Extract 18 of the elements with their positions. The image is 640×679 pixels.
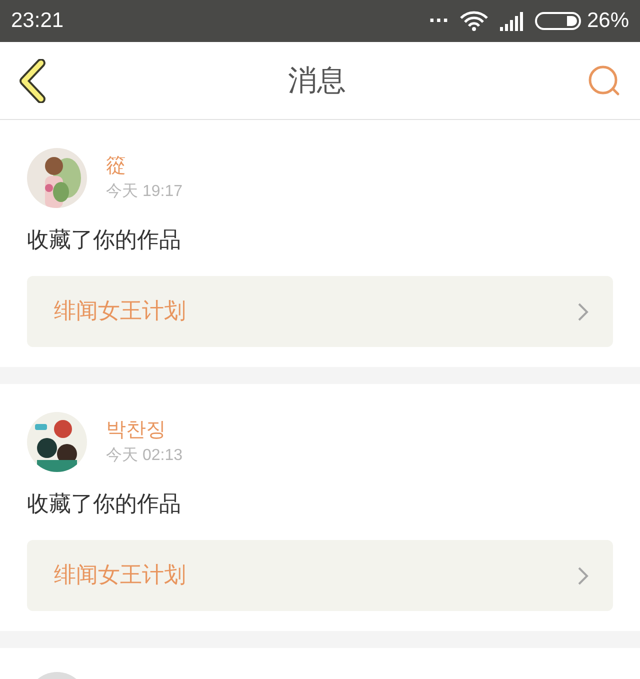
message-time: 今天 19:17 xyxy=(106,182,182,202)
wifi-icon xyxy=(458,10,489,32)
signal-icon xyxy=(498,11,525,31)
chevron-right-icon xyxy=(577,302,589,322)
page-title: 消息 xyxy=(288,62,346,99)
work-link[interactable]: 绯闻女王计划 xyxy=(27,276,613,347)
notification-dots: ... xyxy=(428,8,449,26)
back-button[interactable] xyxy=(18,58,48,104)
work-link[interactable]: 绯闻女王计划 xyxy=(27,540,613,611)
message-time: 今天 02:13 xyxy=(106,446,182,466)
message-text: 收藏了你的作品 xyxy=(27,491,182,519)
user-name[interactable]: 박찬징 xyxy=(106,416,182,442)
message-text: 收藏了你的作品 xyxy=(27,227,182,255)
status-time: 23:21 xyxy=(11,8,64,34)
battery-icon xyxy=(534,11,581,31)
battery-percent: 26% xyxy=(586,8,629,34)
chevron-right-icon xyxy=(577,566,589,586)
user-name[interactable]: 篵 xyxy=(106,152,182,178)
